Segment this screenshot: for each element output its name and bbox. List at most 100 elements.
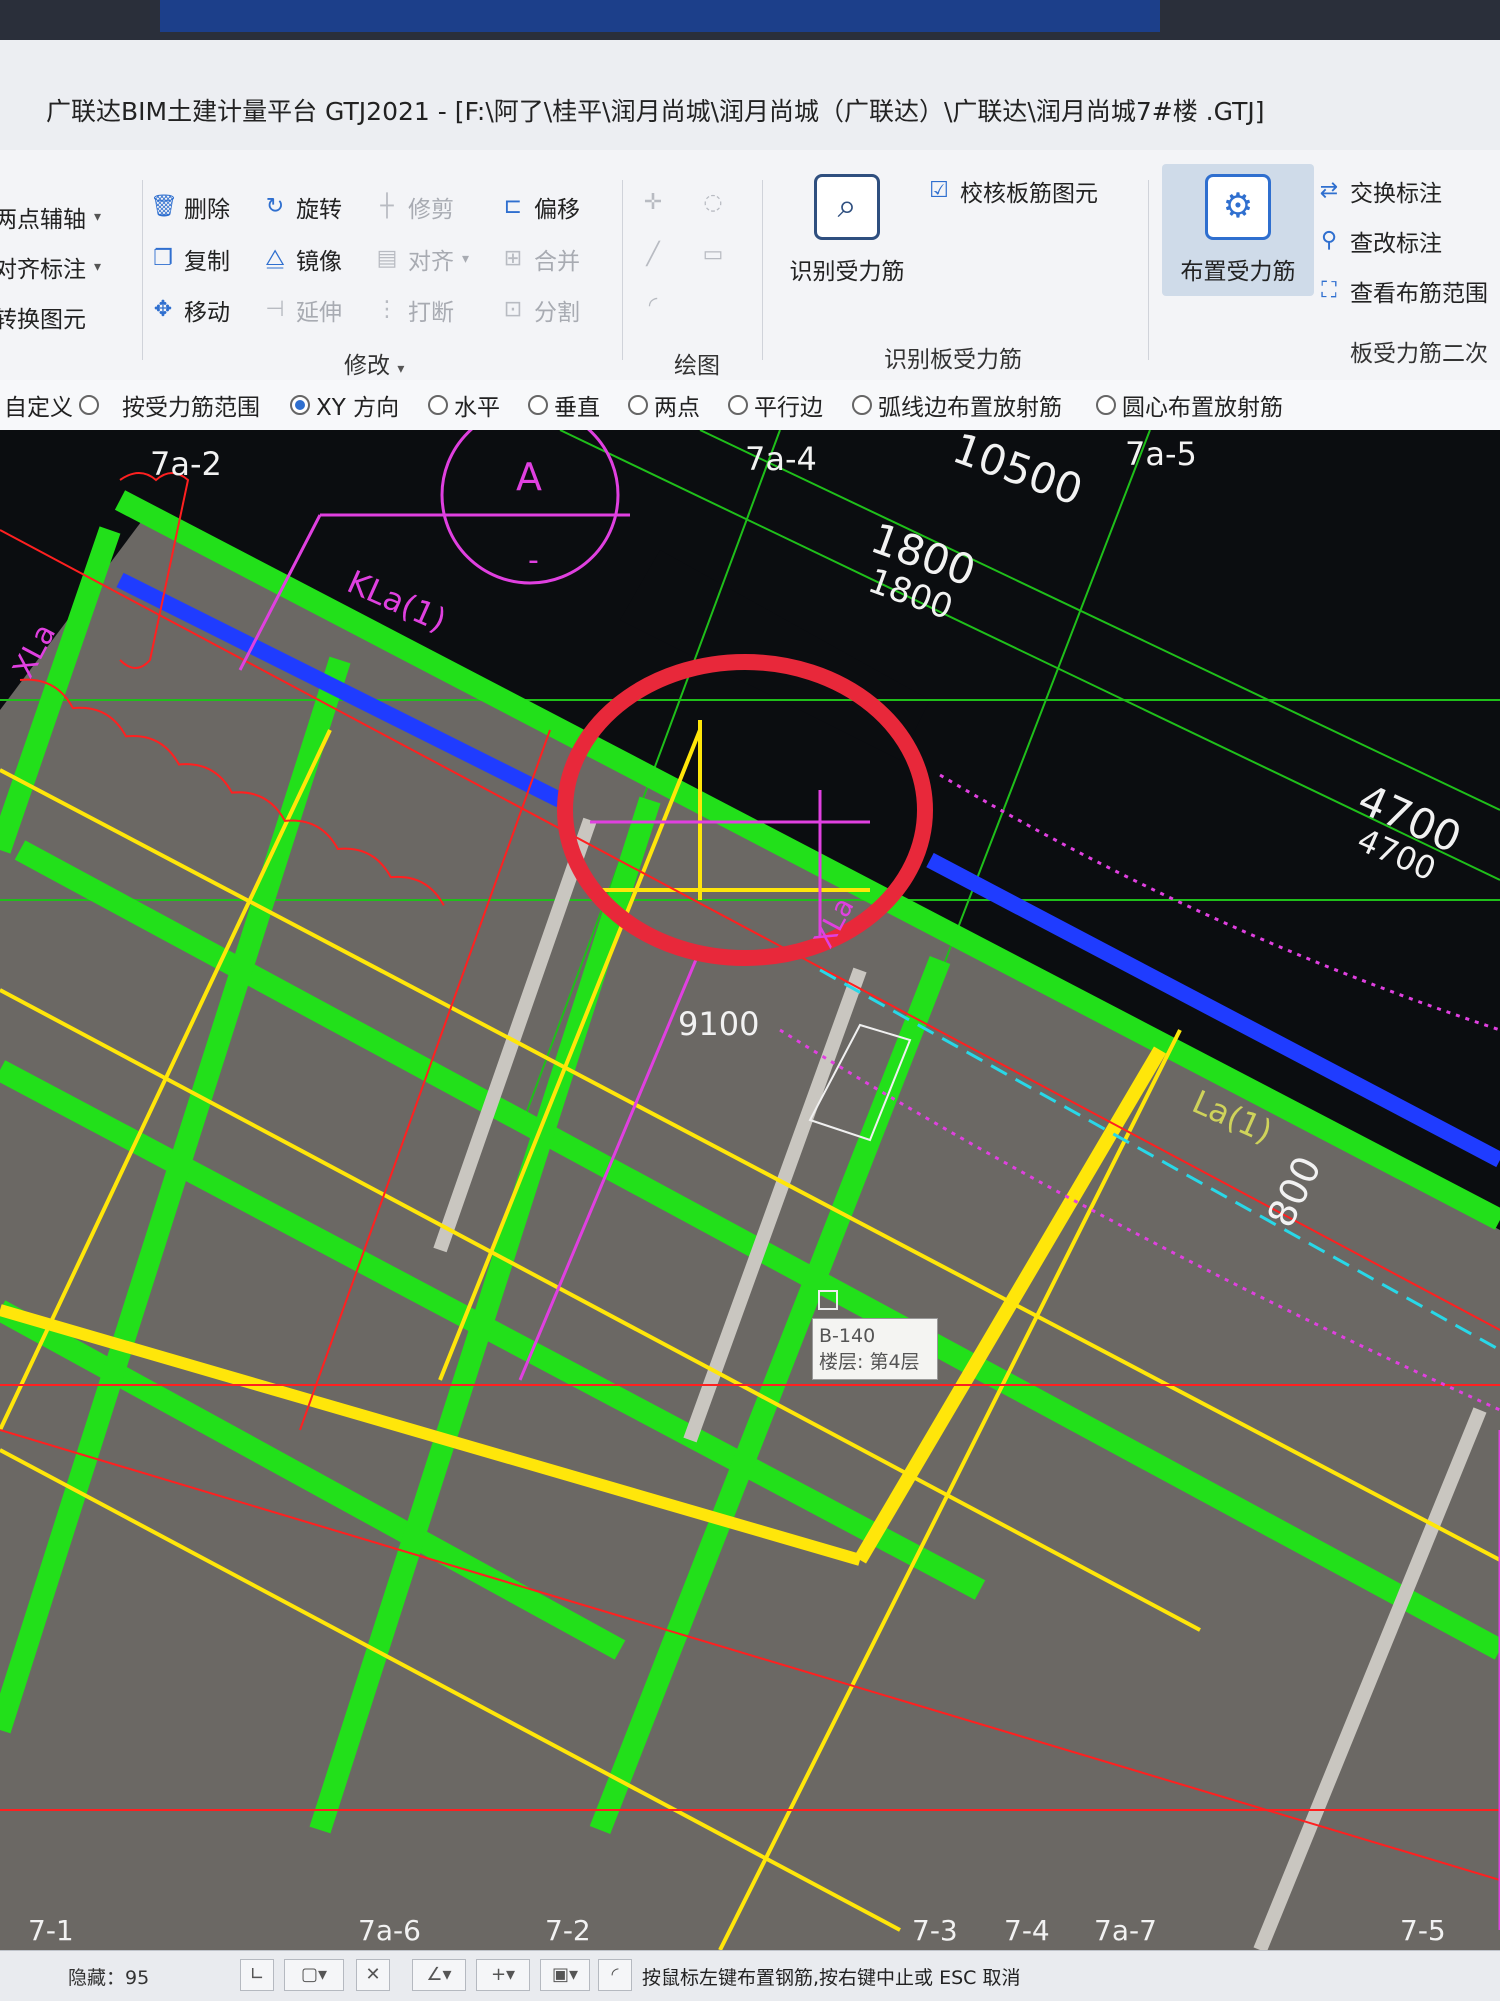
offset-input-icon: +▾ — [490, 1964, 516, 1985]
drawing-canvas[interactable]: 7a-2 7a-4 7a-5 A - 10500 1800 1800 4700 … — [0, 430, 1500, 1950]
option-arc-radial[interactable]: 弧线边布置放射筋 — [852, 388, 1062, 422]
dropdown-arrow-icon: ▾ — [94, 209, 102, 225]
arc-toggle[interactable]: ◜ — [598, 1959, 632, 1991]
view-range-button[interactable]: ⛶ 查看布筋范围 — [1316, 274, 1488, 308]
status-hint: 按鼠标左键布置钢筋,按右键中止或 ESC 取消 — [642, 1967, 1021, 1989]
layout-rebar-icon: ⚙ — [1205, 174, 1271, 240]
merge-button[interactable]: ⊞ 合并 — [500, 242, 580, 276]
swap-annotation-button[interactable]: ⇄ 交换标注 — [1316, 174, 1442, 208]
rotate-button[interactable]: ↻ 旋转 — [262, 190, 342, 224]
convert-element-button[interactable]: 转换图元 — [0, 300, 86, 334]
mirror-icon: ⧋ — [265, 246, 285, 271]
option-parallel[interactable]: 平行边 — [728, 388, 823, 422]
angle-dropdown[interactable]: ∠▾ — [412, 1959, 466, 1991]
crosshair-icon: ✛ — [643, 190, 663, 215]
draw-group-label: 绘图 — [674, 353, 720, 379]
align-button[interactable]: ▤ 对齐 ▾ — [374, 242, 469, 276]
merge-icon: ⊞ — [503, 246, 523, 271]
check-slab-rebar-button[interactable]: ☑ 校核板筋图元 — [926, 174, 1098, 208]
draw-line-button[interactable]: ╱ — [640, 242, 666, 268]
selection-mode-dropdown[interactable]: ▢▾ — [284, 1959, 344, 1991]
trim-icon: ┼ — [380, 194, 394, 219]
layout-rebar-label: 布置受力筋 — [1180, 259, 1296, 285]
two-point-axis-button[interactable]: 两点辅轴 ▾ — [0, 200, 101, 234]
align-label: 对齐 — [408, 249, 454, 275]
draw-point-button[interactable]: ✛ — [640, 190, 666, 216]
identify-rebar-label: 识别受力筋 — [789, 259, 905, 285]
divider — [142, 180, 143, 360]
cursor-pick-box — [818, 1290, 838, 1310]
radio-vertical[interactable] — [528, 395, 548, 415]
mirror-label: 镜像 — [296, 249, 342, 275]
monitor-icon: ▣▾ — [551, 1964, 579, 1985]
identify-rebar-button[interactable]: ⌕ 识别受力筋 — [782, 174, 912, 286]
align-dimension-button[interactable]: 对齐标注 ▾ — [0, 250, 101, 284]
option-custom-label: 自定义 — [4, 395, 73, 421]
radio-xy[interactable] — [290, 395, 310, 415]
option-center-radial[interactable]: 圆心布置放射筋 — [1096, 388, 1283, 422]
option-vertical[interactable]: 垂直 — [528, 388, 600, 422]
identify-rebar-icon: ⌕ — [814, 174, 880, 240]
divider — [622, 180, 623, 360]
option-horizontal[interactable]: 水平 — [428, 388, 500, 422]
offset-dropdown[interactable]: +▾ — [476, 1959, 530, 1991]
dropdown-arrow-icon: ▾ — [462, 251, 470, 267]
split-button[interactable]: ⊡ 分割 — [500, 293, 580, 327]
delete-button[interactable]: 🗑 删除 — [150, 190, 230, 224]
edit-annotation-button[interactable]: ⚲ 查改标注 — [1316, 224, 1442, 258]
view-range-label: 查看布筋范围 — [1350, 281, 1488, 307]
option-range[interactable]: 按受力筋范围 — [122, 388, 260, 422]
merge-label: 合并 — [534, 249, 580, 275]
copy-button[interactable]: ❐ 复制 — [150, 242, 230, 276]
radio-horizontal[interactable] — [428, 395, 448, 415]
draw-circle-button[interactable]: ◌ — [700, 190, 726, 216]
axis-label-7a-6: 7a-6 — [358, 1914, 421, 1947]
dimension-9100: 9100 — [678, 1005, 759, 1043]
desktop-background — [160, 0, 1160, 32]
dropdown-arrow-icon: ▾ — [397, 361, 405, 377]
window-title: 广联达BIM土建计量平台 GTJ2021 - [F:\阿了\桂平\润月尚城\润月… — [46, 97, 1265, 126]
option-custom[interactable]: 自定义 — [4, 388, 99, 422]
break-button[interactable]: ⋮ 打断 — [374, 293, 454, 327]
trash-icon: 🗑 — [150, 194, 178, 219]
option-vertical-label: 垂直 — [554, 395, 600, 421]
offset-button[interactable]: ⊏ 偏移 — [500, 190, 580, 224]
delete-label: 删除 — [184, 197, 230, 223]
display-dropdown[interactable]: ▣▾ — [540, 1959, 590, 1991]
cad-drawing[interactable]: 7a-2 7a-4 7a-5 A - 10500 1800 1800 4700 … — [0, 430, 1500, 1950]
align-icon: ▤ — [376, 246, 398, 271]
mirror-button[interactable]: ⧋ 镜像 — [262, 242, 342, 276]
radio-range[interactable] — [79, 395, 99, 415]
axis-label-7-1: 7-1 — [28, 1914, 74, 1947]
trim-button[interactable]: ┼ 修剪 — [374, 190, 454, 224]
cross-select-toggle[interactable]: ✕ — [356, 1959, 390, 1991]
layout-rebar-button[interactable]: ⚙ 布置受力筋 — [1162, 164, 1314, 296]
option-two-point[interactable]: 两点 — [628, 388, 700, 422]
align-dimension-label: 对齐标注 — [0, 257, 86, 283]
rotate-icon: ↻ — [265, 194, 285, 219]
modify-group-label[interactable]: 修改 ▾ — [344, 346, 404, 380]
grid-bubble-sub: - — [528, 543, 539, 578]
axis-label-7-3: 7-3 — [912, 1914, 958, 1947]
option-xy-label: XY 方向 — [316, 395, 400, 421]
divider — [762, 180, 763, 360]
axis-label-7a-4: 7a-4 — [745, 440, 817, 478]
move-button[interactable]: ✥ 移动 — [150, 293, 230, 327]
rectangle-icon: ▭ — [702, 242, 724, 267]
radio-parallel[interactable] — [728, 395, 748, 415]
radio-two-point[interactable] — [628, 395, 648, 415]
placement-options-bar: 自定义 按受力筋范围 XY 方向 水平 垂直 两点 平行边 弧线边布置放射筋 圆… — [0, 380, 1500, 432]
extend-button[interactable]: ⊣ 延伸 — [262, 293, 342, 327]
edit-annotation-label: 查改标注 — [1350, 231, 1442, 257]
axis-label-7a-7: 7a-7 — [1094, 1914, 1157, 1947]
radio-arc-radial[interactable] — [852, 395, 872, 415]
move-icon: ✥ — [153, 297, 173, 322]
offset-icon: ⊏ — [503, 194, 523, 219]
rotate-label: 旋转 — [296, 197, 342, 223]
radio-center-radial[interactable] — [1096, 395, 1116, 415]
draw-arc-button[interactable]: ◜ — [640, 293, 666, 319]
draw-rect-button[interactable]: ▭ — [700, 242, 726, 268]
option-xy[interactable]: XY 方向 — [290, 388, 399, 422]
ortho-toggle[interactable]: ∟ — [240, 1959, 274, 1991]
axis-label-7-4: 7-4 — [1004, 1914, 1050, 1947]
